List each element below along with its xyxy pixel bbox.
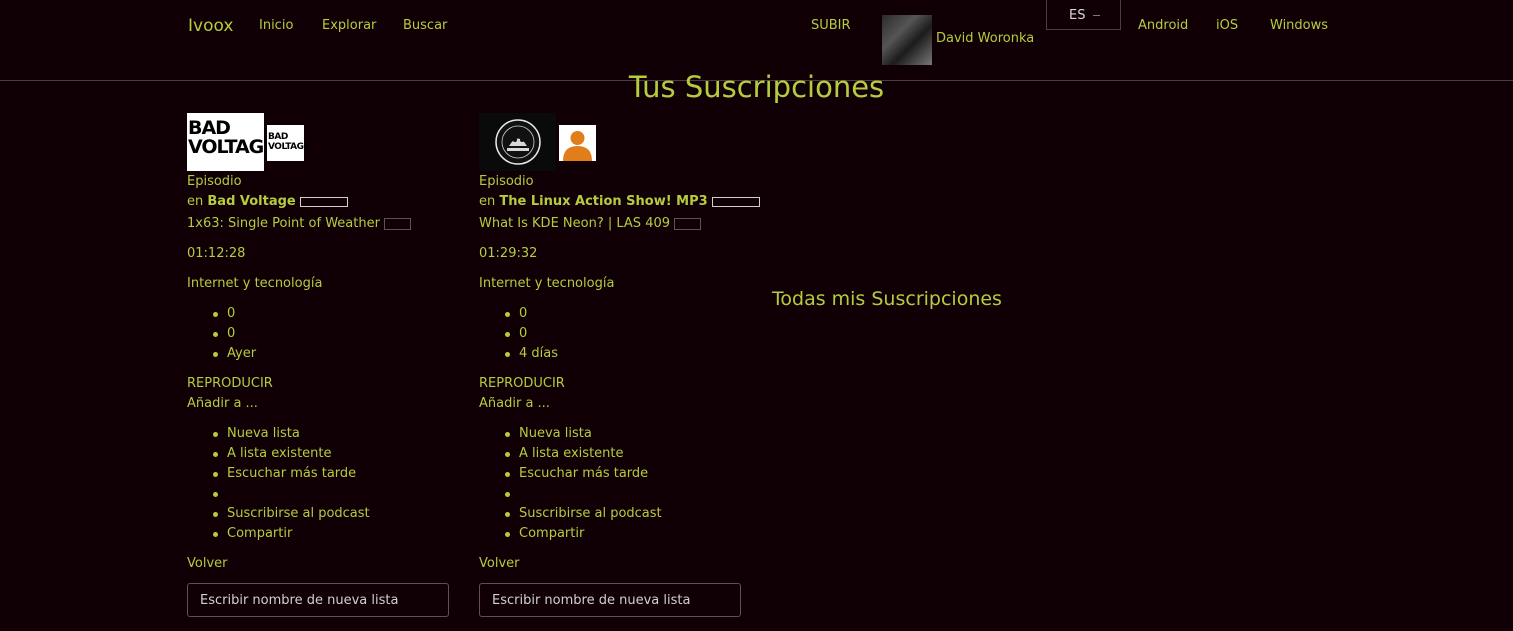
cover-text: VOLTAGE bbox=[188, 136, 276, 158]
menu-listen-later[interactable]: Escuchar más tarde bbox=[505, 464, 662, 484]
language-select[interactable]: ES bbox=[1046, 0, 1121, 30]
menu-share[interactable]: Compartir bbox=[505, 524, 662, 544]
menu-new-list[interactable]: Nueva lista bbox=[505, 424, 662, 444]
user-avatar[interactable] bbox=[882, 15, 932, 65]
episode-card: BAD VOLTAGE BAD VOLTAGE Episodio en Bad … bbox=[187, 113, 449, 617]
episode-type-label: Episodio bbox=[187, 174, 242, 189]
new-list-name-input[interactable] bbox=[187, 583, 449, 617]
menu-existing-list[interactable]: A lista existente bbox=[213, 444, 370, 464]
play-button[interactable]: REPRODUCIR bbox=[479, 376, 565, 391]
episode-title-link[interactable]: What Is KDE Neon? | LAS 409 bbox=[479, 216, 670, 231]
nav-android[interactable]: Android bbox=[1138, 18, 1188, 33]
page-title: Tus Suscripciones bbox=[628, 70, 885, 104]
play-button[interactable]: REPRODUCIR bbox=[187, 376, 273, 391]
upload-link[interactable]: SUBIR bbox=[811, 18, 851, 33]
menu-empty-item bbox=[505, 484, 662, 504]
language-value: ES bbox=[1069, 8, 1086, 23]
follow-toggle[interactable] bbox=[299, 196, 348, 207]
nav-ios[interactable]: iOS bbox=[1216, 18, 1238, 33]
chevron-down-icon bbox=[1093, 15, 1101, 16]
nav-inicio[interactable]: Inicio bbox=[259, 18, 293, 33]
top-navbar: Ivoox Inicio Explorar Buscar SUBIR David… bbox=[0, 0, 1513, 81]
in-prefix: en bbox=[187, 194, 204, 209]
menu-existing-list[interactable]: A lista existente bbox=[505, 444, 662, 464]
menu-new-list[interactable]: Nueva lista bbox=[213, 424, 370, 444]
add-to-button[interactable]: Añadir a ... bbox=[187, 396, 258, 411]
menu-share[interactable]: Compartir bbox=[213, 524, 370, 544]
category-link[interactable]: Internet y tecnología bbox=[187, 276, 322, 291]
podcast-cover-small[interactable]: BAD VOLTAGE bbox=[267, 125, 310, 161]
cover-text: VOLTAGE bbox=[268, 142, 310, 152]
cover-text: BAD bbox=[268, 132, 288, 142]
podcast-line: en The Linux Action Show! MP3 bbox=[479, 194, 760, 209]
comments-count: 0 bbox=[213, 324, 256, 344]
episode-thumbnails: BAD VOLTAGE BAD VOLTAGE bbox=[187, 113, 449, 171]
all-subscriptions-link[interactable]: Todas mis Suscripciones bbox=[772, 288, 1002, 310]
episode-title-link[interactable]: 1x63: Single Point of Weather bbox=[187, 216, 380, 231]
comments-count: 0 bbox=[505, 324, 558, 344]
in-prefix: en bbox=[479, 194, 496, 209]
add-to-menu: Nueva lista A lista existente Escuchar m… bbox=[505, 424, 662, 544]
user-name-link[interactable]: David Woronka bbox=[936, 31, 1034, 46]
episode-duration: 01:29:32 bbox=[479, 246, 538, 261]
nav-buscar[interactable]: Buscar bbox=[403, 18, 447, 33]
publish-date: Ayer bbox=[213, 344, 256, 364]
back-button[interactable]: Volver bbox=[187, 556, 228, 571]
menu-subscribe[interactable]: Suscribirse al podcast bbox=[505, 504, 662, 524]
person-icon bbox=[563, 131, 592, 161]
nav-windows[interactable]: Windows bbox=[1270, 18, 1328, 33]
podcast-name-link[interactable]: Bad Voltage bbox=[207, 194, 295, 209]
episode-stats: 0 0 Ayer bbox=[213, 304, 256, 364]
menu-empty-item bbox=[213, 484, 370, 504]
brand-logo[interactable]: Ivoox bbox=[188, 16, 233, 36]
add-to-button[interactable]: Añadir a ... bbox=[479, 396, 550, 411]
follow-toggle[interactable] bbox=[711, 196, 760, 207]
category-link[interactable]: Internet y tecnología bbox=[479, 276, 614, 291]
episode-title-line: 1x63: Single Point of Weather bbox=[187, 216, 412, 231]
podcast-line: en Bad Voltage bbox=[187, 194, 348, 209]
likes-count: 0 bbox=[213, 304, 256, 324]
seal-logo-icon bbox=[495, 119, 541, 165]
menu-subscribe[interactable]: Suscribirse al podcast bbox=[213, 504, 370, 524]
episode-badge bbox=[674, 217, 702, 230]
episode-type-label: Episodio bbox=[479, 174, 534, 189]
likes-count: 0 bbox=[505, 304, 558, 324]
podcast-name-link[interactable]: The Linux Action Show! MP3 bbox=[499, 194, 707, 209]
back-button[interactable]: Volver bbox=[479, 556, 520, 571]
episode-card: Episodio en The Linux Action Show! MP3 W… bbox=[479, 113, 760, 617]
episode-duration: 01:12:28 bbox=[187, 246, 246, 261]
episode-thumbnails bbox=[479, 113, 741, 171]
nav-explorar[interactable]: Explorar bbox=[322, 18, 376, 33]
new-list-name-input[interactable] bbox=[479, 583, 741, 617]
episode-badge bbox=[384, 217, 412, 230]
add-to-menu: Nueva lista A lista existente Escuchar m… bbox=[213, 424, 370, 544]
podcast-cover-image[interactable]: BAD VOLTAGE bbox=[187, 113, 276, 171]
default-user-avatar[interactable] bbox=[559, 125, 596, 161]
menu-listen-later[interactable]: Escuchar más tarde bbox=[213, 464, 370, 484]
episode-title-line: What Is KDE Neon? | LAS 409 bbox=[479, 216, 702, 231]
publish-date: 4 días bbox=[505, 344, 558, 364]
episode-stats: 0 0 4 días bbox=[505, 304, 558, 364]
podcast-cover-image[interactable] bbox=[479, 113, 556, 171]
